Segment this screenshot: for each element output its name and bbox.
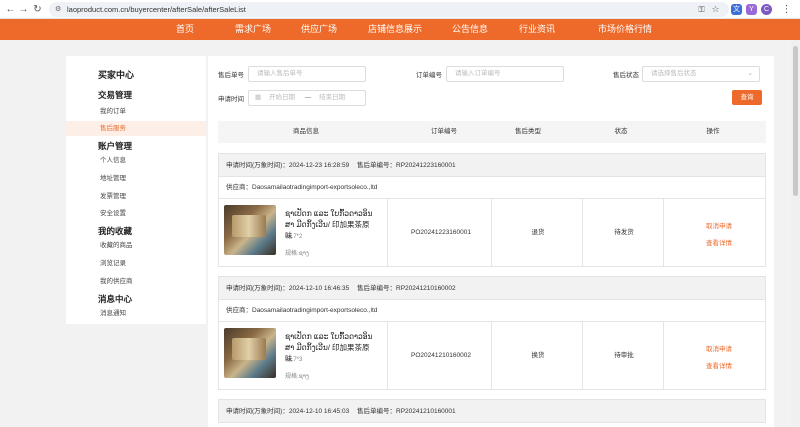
nav-item-home[interactable]: 首页 [176, 19, 194, 40]
type-value: 退货 [531, 229, 545, 236]
record-body: ຊາເປັດກ ແລະ ໃບກົ້ວດາວອິນສາ ມີດກິ້ງເວີນ/ … [219, 199, 765, 266]
aftersale-no: 售后单编号：RP20241210160002 [357, 285, 456, 292]
status-select[interactable]: 请选择售后状态 ⌄ [642, 66, 760, 82]
extension-icon[interactable]: Y [746, 4, 757, 15]
product-price: $1.7*3 [285, 357, 303, 363]
nav-item-shops[interactable]: 店铺信息展示 [368, 19, 422, 40]
aftersale-panel: 售后单号 请输入售后单号 订单编号 请输入订单编号 售后状态 请选择售后状态 ⌄… [208, 56, 774, 427]
sidebar-item-security[interactable]: 安全设置 [66, 206, 206, 221]
browser-toolbar: ← → ↻ ⚙ laoproduct.com.cn/buyercenter/af… [0, 0, 800, 19]
arrow-left-icon[interactable]: ← [4, 3, 17, 16]
sidebar-item-profile[interactable]: 个人信息 [66, 153, 206, 168]
view-details-link[interactable]: 查看详情 [706, 237, 732, 247]
order-no-label: 订单编号 [416, 72, 442, 79]
nav-item-news[interactable]: 行业资讯 [519, 19, 555, 40]
aftersale-no: 售后单编号：RP20241223160001 [357, 162, 456, 169]
site-info-icon[interactable]: ⚙ [55, 2, 61, 17]
status-value: 待审批 [614, 352, 634, 359]
sidebar-title: 买家中心 [98, 70, 135, 80]
end-date-placeholder: 结束日期 [319, 94, 346, 101]
sidebar-item-orders[interactable]: 我的订单 [66, 104, 206, 119]
product-thumbnail[interactable] [224, 205, 276, 255]
status-value: 待发货 [614, 229, 634, 236]
scrollbar-thumb[interactable] [793, 46, 798, 196]
translate-extension-icon[interactable]: 文 [731, 4, 742, 15]
url-text: laoproduct.com.cn/buyercenter/afterSale/… [67, 5, 246, 14]
header-type: 售后类型 [515, 128, 541, 135]
main-nav: 首页 需求广场 供应广场 店铺信息展示 公告信息 行业资讯 市场价格行情 [0, 19, 800, 40]
key-icon[interactable]: ⚿ [695, 3, 708, 16]
header-actions: 操作 [706, 128, 720, 135]
table-header: 商品信息 订单编号 售后类型 状态 操作 [218, 121, 766, 143]
order-no-value: PO20241223160001 [410, 229, 472, 236]
sidebar-group-account: 账户管理 [98, 141, 133, 151]
aftersale-record: 申请时间(万象时间)：2024-12-10 16:46:35 售后单编号：RP2… [218, 276, 766, 390]
record-header: 申请时间(万象时间)：2024-12-10 16:46:35 售后单编号：RP2… [219, 277, 765, 300]
nav-item-prices[interactable]: 市场价格行情 [598, 19, 652, 40]
apply-time: 申请时间(万象时间)：2024-12-10 16:46:35 [226, 285, 350, 292]
sidebar-item-suppliers[interactable]: 我的供应商 [66, 274, 206, 289]
cancel-request-link[interactable]: 取消申请 [706, 343, 732, 353]
header-product: 商品信息 [293, 128, 319, 135]
record-body: ຊາເປັດກ ແລະ ໃບກົ້ວດາວອິນສາ ມີດກິ້ງເວີນ/ … [219, 322, 765, 389]
order-no-input[interactable]: 请输入订单编号 [446, 66, 564, 82]
menu-icon[interactable]: ⋮ [780, 3, 793, 16]
product-cell: ຊາເປັດກ ແລະ ໃບກົ້ວດາວອິນສາ ມີດກິ້ງເວີນ/ … [219, 322, 388, 389]
page-scrollbar[interactable] [791, 40, 800, 427]
nav-item-notices[interactable]: 公告信息 [452, 19, 488, 40]
view-details-link[interactable]: 查看详情 [706, 360, 732, 370]
apply-time: 申请时间(万象时间)：2024-12-23 16:28:59 [226, 162, 350, 169]
sidebar-item-fav-products[interactable]: 收藏的商品 [66, 238, 206, 253]
status-label: 售后状态 [613, 72, 639, 79]
product-spec: 规格:ຊາງ [285, 374, 309, 380]
sidebar-item-invoice[interactable]: 发票管理 [66, 189, 206, 204]
arrow-right-icon[interactable]: → [17, 3, 30, 16]
sidebar-item-history[interactable]: 浏览记录 [66, 256, 206, 271]
type-value: 换货 [531, 352, 545, 359]
date-range-input[interactable]: ▦ 开始日期 — 结束日期 [248, 90, 366, 106]
nav-item-demand[interactable]: 需求广场 [235, 19, 271, 40]
sidebar-item-notifications[interactable]: 消息通知 [66, 306, 206, 321]
calendar-icon: ▦ [255, 94, 262, 101]
aftersale-no: 售后单编号：RP20241210160001 [357, 408, 456, 415]
time-label: 申请时间 [218, 96, 244, 103]
start-date-placeholder: 开始日期 [268, 94, 295, 101]
sidebar-item-address[interactable]: 地址管理 [66, 171, 206, 186]
aftersale-record: 申请时间(万象时间)：2024-12-23 16:28:59 售后单编号：RP2… [218, 153, 766, 267]
aftersale-record: 申请时间(万象时间)：2024-12-10 16:45:03 售后单编号：RP2… [218, 399, 766, 423]
range-separator: — [304, 94, 312, 101]
sidebar-group-messages: 消息中心 [98, 294, 133, 304]
record-header: 申请时间(万象时间)：2024-12-10 16:45:03 售后单编号：RP2… [219, 400, 765, 423]
header-status: 状态 [614, 128, 628, 135]
product-spec: 规格:ຊາງ [285, 251, 309, 257]
aftersale-no-input[interactable]: 请输入售后单号 [248, 66, 366, 82]
chevron-down-icon: ⌄ [747, 70, 753, 77]
aftersale-no-label: 售后单号 [218, 72, 244, 79]
sidebar-item-aftersale[interactable]: 售后服务 [66, 121, 206, 136]
supplier-row: 供应商：Daosamailaotradingimport-exportsolec… [219, 177, 765, 199]
nav-item-supply[interactable]: 供应广场 [301, 19, 337, 40]
header-order-no: 订单编号 [431, 128, 457, 135]
supplier-row: 供应商：Daosamailaotradingimport-exportsolec… [219, 300, 765, 322]
address-bar[interactable]: ⚙ laoproduct.com.cn/buyercenter/afterSal… [49, 2, 729, 17]
product-thumbnail[interactable] [224, 328, 276, 378]
apply-time: 申请时间(万象时间)：2024-12-10 16:45:03 [226, 408, 350, 415]
record-header: 申请时间(万象时间)：2024-12-23 16:28:59 售后单编号：RP2… [219, 154, 765, 177]
order-no-value: PO20241210160002 [410, 352, 472, 359]
query-button[interactable]: 查询 [732, 90, 762, 105]
reload-icon[interactable]: ↻ [31, 3, 44, 16]
star-icon[interactable]: ☆ [709, 3, 722, 16]
product-price: $1.7*2 [285, 234, 303, 240]
product-cell: ຊາເປັດກ ແລະ ໃບກົ້ວດາວອິນສາ ມີດກິ້ງເວີນ/ … [219, 199, 388, 266]
status-placeholder: 请选择售后状态 [651, 70, 697, 77]
cancel-request-link[interactable]: 取消申请 [706, 220, 732, 230]
sidebar-group-trade: 交易管理 [98, 90, 133, 100]
sidebar: 买家中心 交易管理 我的订单 售后服务 账户管理 个人信息 地址管理 发票管理 … [66, 56, 206, 324]
profile-avatar[interactable]: C [761, 4, 772, 15]
sidebar-group-favorites: 我的收藏 [98, 226, 133, 236]
